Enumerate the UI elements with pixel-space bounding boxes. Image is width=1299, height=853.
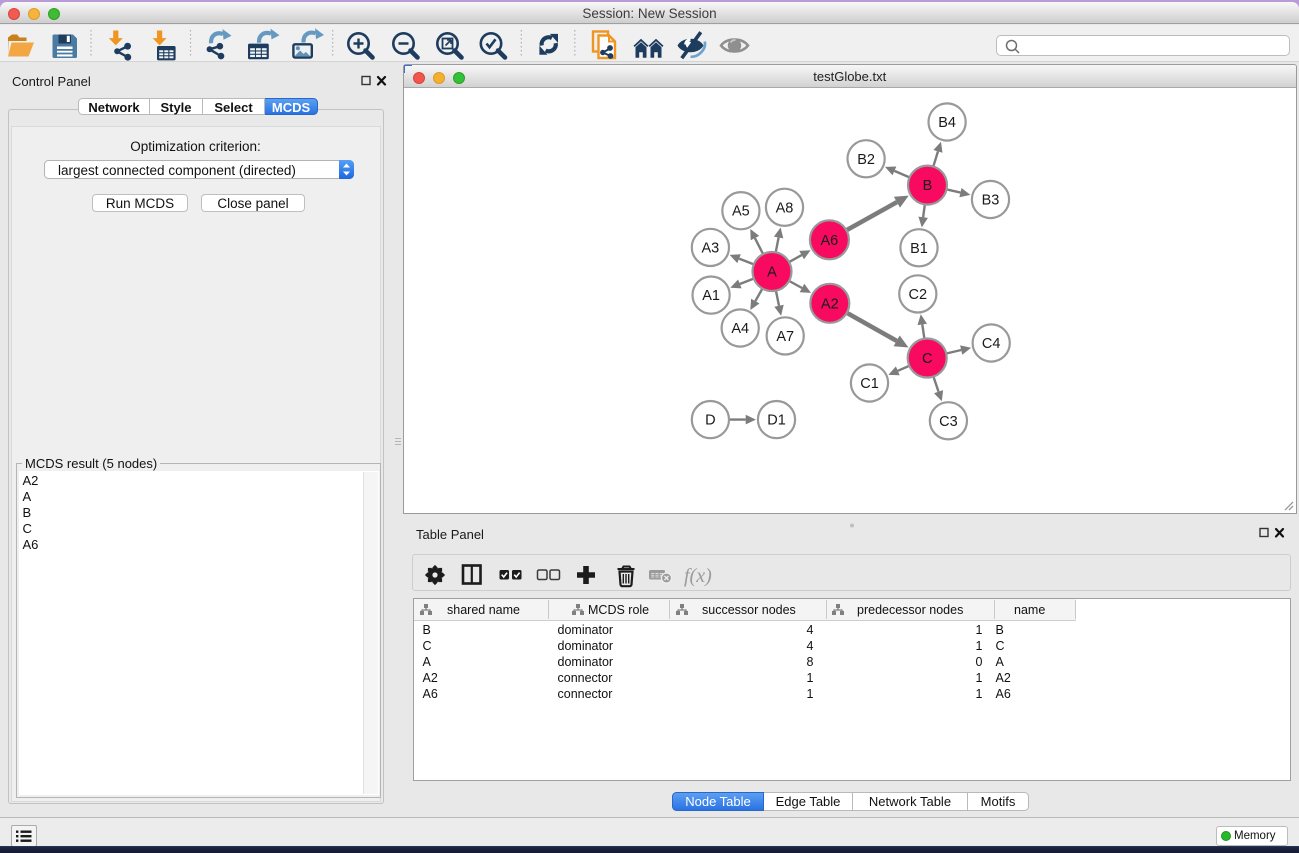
svg-text:A6: A6 bbox=[820, 232, 838, 248]
svg-text:D: D bbox=[705, 412, 715, 428]
svg-text:A4: A4 bbox=[731, 321, 749, 337]
svg-text:C3: C3 bbox=[939, 413, 958, 429]
svg-text:B4: B4 bbox=[938, 115, 956, 131]
svg-text:B3: B3 bbox=[981, 192, 999, 208]
svg-text:C: C bbox=[921, 351, 931, 367]
svg-text:A2: A2 bbox=[820, 296, 838, 312]
svg-text:B: B bbox=[922, 178, 932, 194]
svg-text:C1: C1 bbox=[860, 376, 879, 392]
svg-text:C4: C4 bbox=[981, 336, 1000, 352]
svg-text:A3: A3 bbox=[701, 240, 719, 256]
svg-text:C2: C2 bbox=[908, 286, 927, 302]
svg-text:A: A bbox=[767, 264, 777, 280]
svg-text:A1: A1 bbox=[702, 288, 720, 304]
svg-text:B2: B2 bbox=[857, 151, 875, 167]
svg-text:f(x): f(x) bbox=[684, 565, 712, 587]
svg-text:D1: D1 bbox=[767, 412, 786, 428]
svg-text:A7: A7 bbox=[776, 328, 794, 344]
svg-text:B1: B1 bbox=[910, 240, 928, 256]
svg-text:A5: A5 bbox=[732, 203, 750, 219]
svg-text:A8: A8 bbox=[775, 200, 793, 216]
